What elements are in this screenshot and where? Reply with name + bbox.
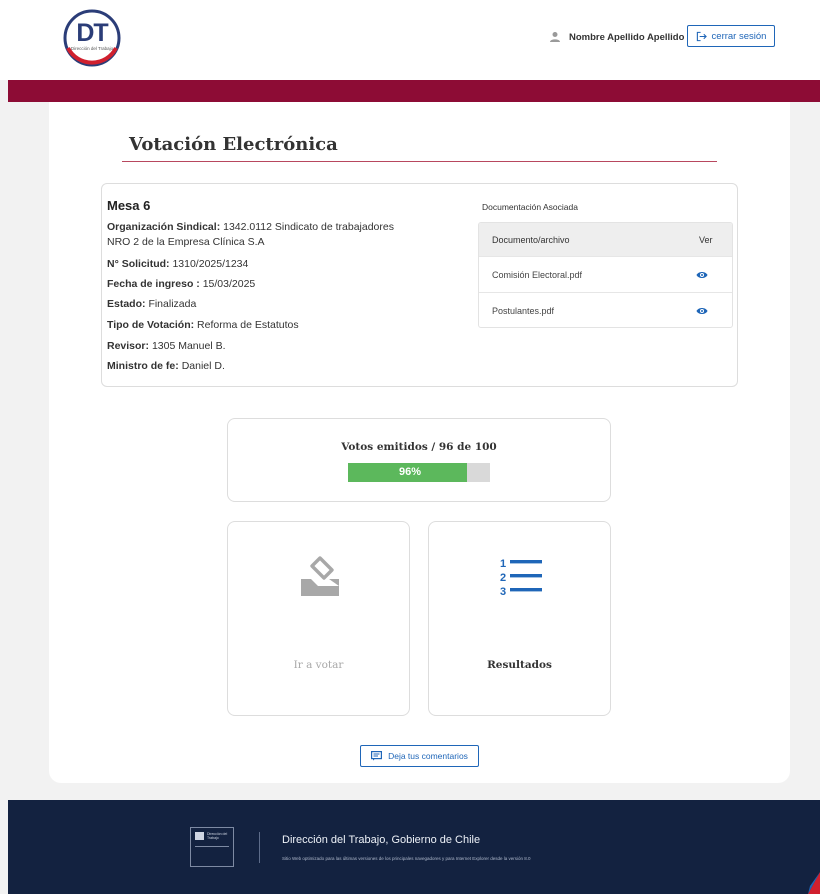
footer-logo-text: Dirección del Trabajo (207, 832, 228, 840)
ministro-line: Ministro de fe: Daniel D. (107, 360, 225, 373)
solicitud-label: N° Solicitud: (107, 258, 170, 270)
site-header: DT Dirección del Trabajo Nombre Apellido… (0, 0, 820, 80)
revisor-label: Revisor: (107, 340, 150, 352)
tipo-label: Tipo de Votación: (107, 319, 195, 331)
site-footer (8, 800, 820, 894)
org-label: Organización Sindical: (107, 221, 221, 233)
results-tile[interactable]: 1 2 3 Resultados (428, 521, 611, 716)
document-name: Comisión Electoral.pdf (492, 270, 583, 280)
dt-logo[interactable]: DT Dirección del Trabajo (62, 8, 122, 68)
svg-text:1: 1 (500, 558, 506, 570)
eye-icon[interactable] (696, 270, 708, 280)
ministro-label: Ministro de fe: (107, 360, 179, 372)
logo-letters: DT (76, 19, 108, 47)
document-name: Postulantes.pdf (492, 306, 555, 316)
documents-table: Documento/archivo Ver Comisión Electoral… (478, 222, 733, 328)
go-vote-tile[interactable]: Ir a votar (227, 521, 410, 716)
col-document: Documento/archivo (492, 235, 570, 245)
ministro-value: Daniel D. (181, 360, 225, 372)
votes-card (227, 418, 611, 502)
ballot-box-icon (301, 556, 339, 596)
footer-separator (259, 832, 260, 863)
votes-progress-bar: 96% (348, 463, 490, 482)
user-name: Nombre Apellido Apellido (569, 31, 685, 43)
logo-subtitle: Dirección del Trabajo (70, 46, 114, 51)
tipo-value: Reforma de Estatutos (197, 319, 299, 331)
numbered-list-icon: 1 2 3 (500, 558, 542, 598)
solicitud-value: 1310/2025/1234 (172, 258, 249, 270)
estado-line: Estado: Finalizada (107, 298, 196, 311)
org-value: 1342.0112 Sindicato de trabajadores (223, 221, 394, 233)
user-icon (550, 32, 560, 42)
revisor-line: Revisor: 1305 Manuel B. (107, 340, 226, 353)
comments-label: Deja tus comentarios (388, 751, 468, 761)
page-title: Votación Electrónica (129, 134, 338, 155)
estado-value: Finalizada (148, 298, 197, 310)
go-vote-label: Ir a votar (293, 659, 344, 671)
coat-of-arms-icon (195, 832, 204, 840)
comments-button[interactable]: Deja tus comentarios (360, 745, 479, 767)
fecha-line: Fecha de ingreso : 15/03/2025 (107, 278, 255, 291)
fecha-label: Fecha de ingreso : (107, 278, 200, 290)
logout-button[interactable]: cerrar sesión (687, 25, 775, 47)
logout-icon (696, 31, 707, 41)
votes-title: Votos emitidos / 96 de 100 (341, 441, 497, 453)
footer-subtitle: Sitio Web optimizado para las últimas ve… (282, 856, 531, 861)
svg-text:3: 3 (500, 586, 506, 598)
revisor-value: 1305 Manuel B. (151, 340, 226, 352)
documents-table-header: Documento/archivo Ver (479, 223, 732, 256)
mesa-title: Mesa 6 (107, 198, 151, 213)
votes-progress-label: 96% (398, 466, 422, 478)
footer-logo-divider (195, 846, 229, 847)
logout-label: cerrar sesión (711, 30, 767, 42)
corner-widget-icon[interactable] (806, 868, 820, 894)
org-line-2: NRO 2 de la Empresa Clínica S.A (107, 236, 265, 248)
government-logo[interactable]: Dirección del Trabajo (190, 827, 234, 867)
title-divider (122, 161, 717, 162)
tipo-line: Tipo de Votación: Reforma de Estatutos (107, 319, 299, 332)
footer-title: Dirección del Trabajo, Gobierno de Chile (282, 834, 481, 846)
table-row: Postulantes.pdf (479, 292, 732, 327)
solicitud-line: N° Solicitud: 1310/2025/1234 (107, 258, 248, 271)
col-view: Ver (699, 235, 713, 245)
comment-icon (371, 751, 383, 761)
documents-title: Documentación Asociada (482, 202, 578, 212)
user-info: Nombre Apellido Apellido (549, 29, 684, 45)
org-line: Organización Sindical: 1342.0112 Sindica… (107, 221, 394, 234)
estado-label: Estado: (107, 298, 146, 310)
fecha-value: 15/03/2025 (202, 278, 256, 290)
table-row: Comisión Electoral.pdf (479, 256, 732, 292)
results-label: Resultados (487, 659, 552, 671)
eye-icon[interactable] (696, 306, 708, 316)
brand-bar (8, 80, 820, 102)
svg-text:2: 2 (500, 572, 506, 584)
